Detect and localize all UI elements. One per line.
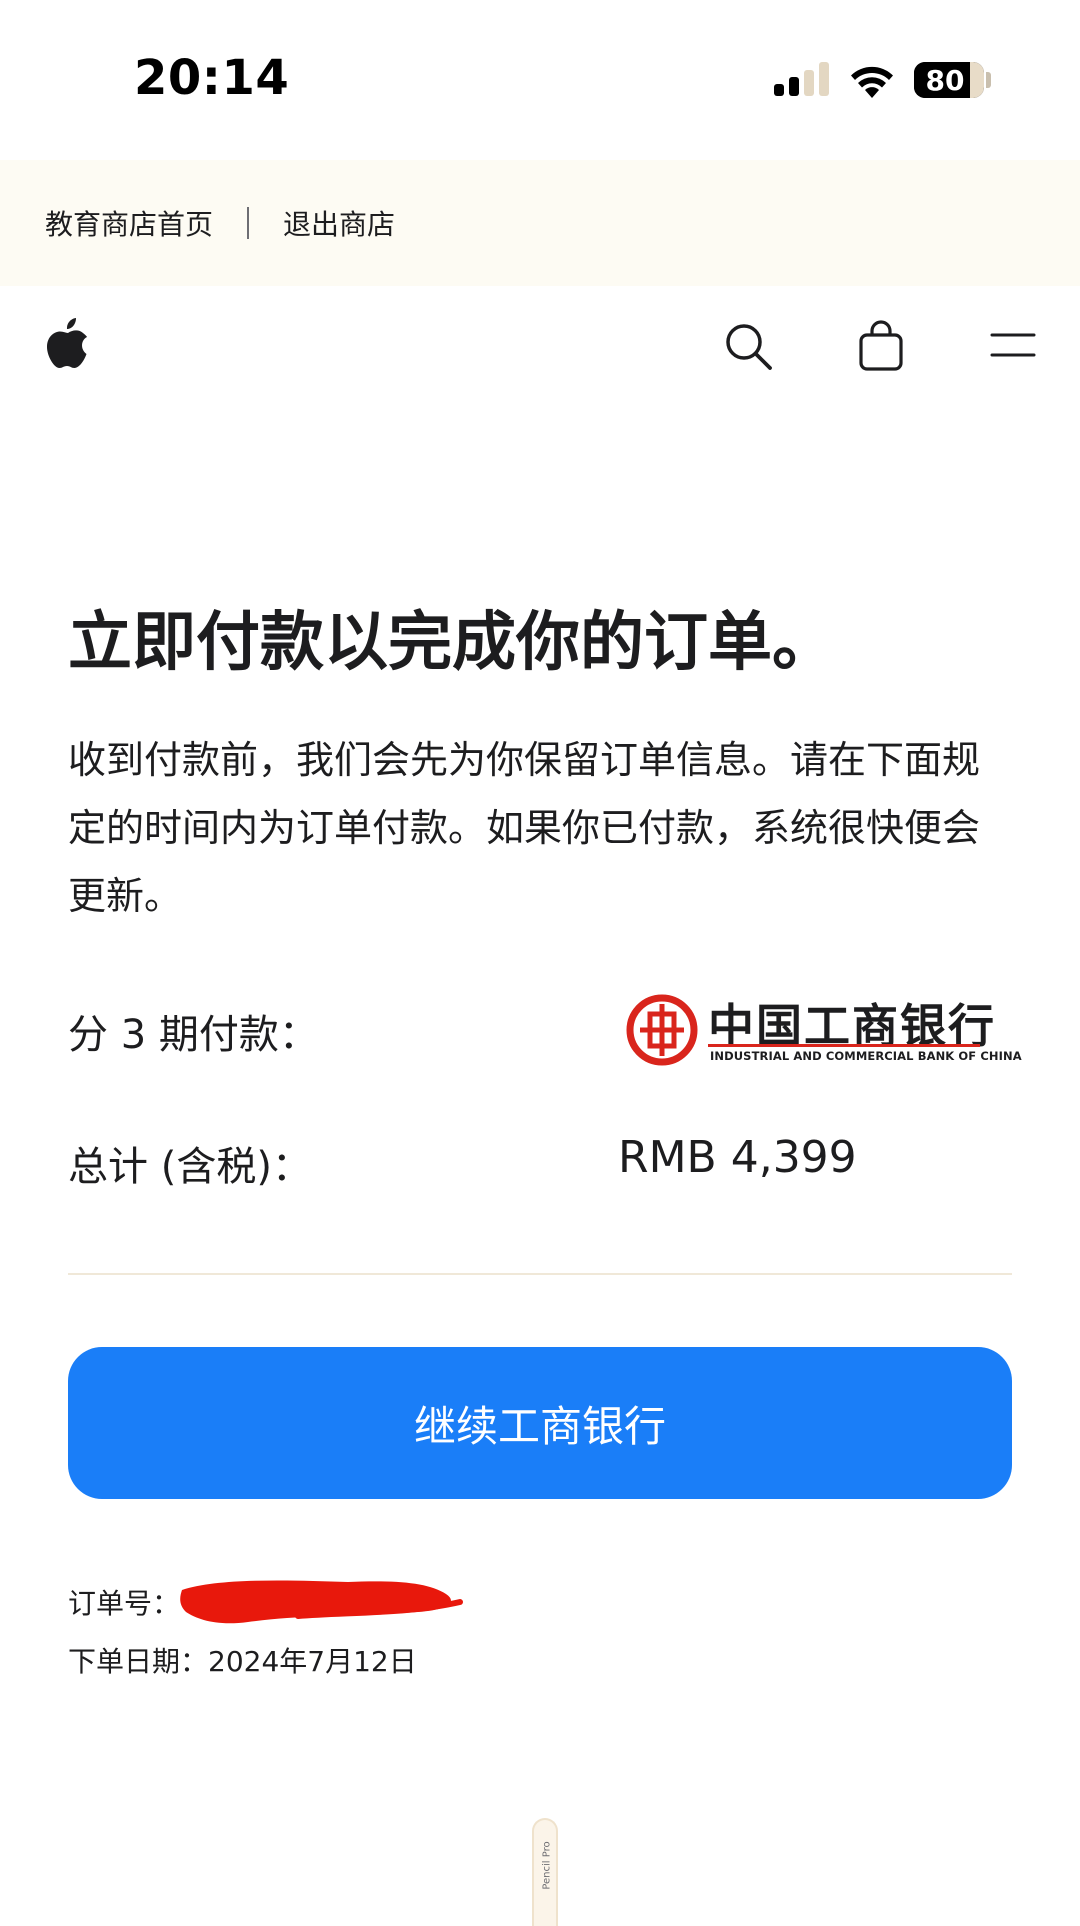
status-time: 20:14 <box>134 50 290 106</box>
menu-icon[interactable] <box>990 330 1036 360</box>
education-store-ribbon: 教育商店首页 退出商店 <box>0 160 1080 286</box>
ribbon-divider <box>247 207 250 239</box>
apple-logo-icon[interactable] <box>46 316 90 370</box>
search-icon[interactable] <box>724 322 774 372</box>
education-store-home-link[interactable]: 教育商店首页 <box>45 203 213 243</box>
bank-logo-rule <box>708 1044 980 1047</box>
battery-icon: 80 <box>914 62 984 98</box>
wifi-icon <box>851 66 893 98</box>
order-number-label: 订单号： <box>68 1587 181 1620</box>
battery-tip <box>986 72 991 88</box>
bank-name-en: INDUSTRIAL AND COMMERCIAL BANK OF CHINA <box>710 1049 1022 1063</box>
continue-icbc-button[interactable]: 继续工商银行 <box>68 1347 1012 1499</box>
order-date-label: 下单日期： <box>68 1645 209 1678</box>
order-date-value: 2024年7月12日 <box>208 1645 417 1678</box>
order-date-row: 下单日期：2024年7月12日 <box>68 1640 417 1680</box>
payment-content: 立即付款以完成你的订单。 收到付款前，我们会先为你保留订单信息。请在下面规定的时… <box>68 600 1012 930</box>
page-title: 立即付款以完成你的订单。 <box>68 606 836 680</box>
redaction-scribble <box>180 1580 463 1624</box>
section-divider <box>68 1273 1012 1275</box>
payment-description: 收到付款前，我们会先为你保留订单信息。请在下面规定的时间内为订单付款。如果你已付… <box>68 738 981 918</box>
global-nav <box>0 286 1080 406</box>
exit-store-link[interactable]: 退出商店 <box>283 203 395 243</box>
pencil-pro-text: Pencil Pro <box>541 1841 553 1890</box>
icbc-bank-logo: 中国工商银行 INDUSTRIAL AND COMMERCIAL BANK OF… <box>626 990 1022 1070</box>
icbc-logo-icon <box>626 994 698 1066</box>
shopping-bag-icon[interactable] <box>858 320 904 372</box>
total-value: RMB 4,399 <box>618 1132 857 1183</box>
status-bar: 20:14 80 <box>0 0 1080 160</box>
installments-label: 分 3 期付款： <box>68 1012 319 1058</box>
apple-pencil-image: Pencil Pro <box>532 1818 558 1926</box>
cellular-signal-icon <box>774 62 830 96</box>
total-label: 总计 (含税)： <box>68 1144 312 1190</box>
battery-percent: 80 <box>925 63 965 97</box>
